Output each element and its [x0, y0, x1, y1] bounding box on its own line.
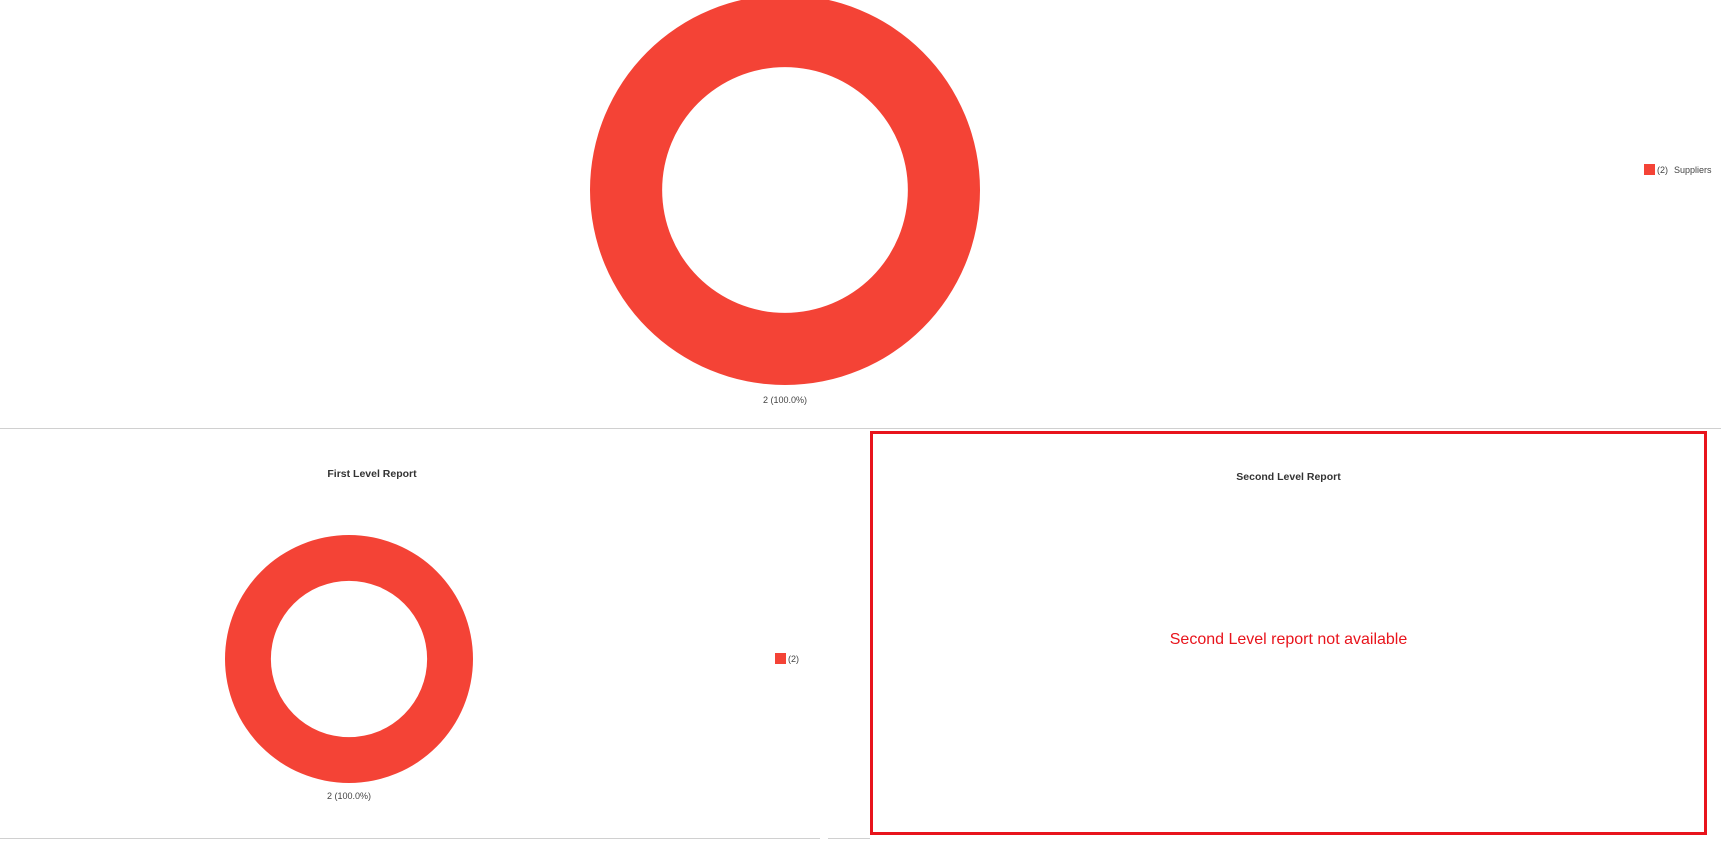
first-level-title: First Level Report [327, 468, 417, 480]
bottom-divider-left [0, 838, 820, 839]
report-dashboard: 2 (100.0%) (2) Suppliers First Level Rep… [0, 0, 1721, 842]
first-level-legend[interactable]: (2) [775, 653, 799, 664]
top-divider [0, 428, 1721, 429]
top-legend[interactable]: (2) Suppliers [1644, 164, 1712, 175]
second-level-title: Second Level Report [1236, 471, 1341, 483]
first-level-donut-chart [225, 535, 473, 783]
second-level-unavailable-message: Second Level report not available [1169, 631, 1408, 648]
bottom-divider-right [828, 838, 870, 839]
first-level-legend-count: (2) [788, 653, 799, 664]
top-legend-name: Suppliers [1674, 164, 1712, 175]
top-slice-label: 2 (100.0%) [762, 395, 808, 405]
first-level-slice-label: 2 (100.0%) [326, 791, 372, 801]
top-slice-0[interactable] [590, 0, 980, 385]
second-level-panel: Second Level Report Second Level report … [870, 431, 1707, 835]
top-legend-swatch [1644, 164, 1655, 175]
first-level-legend-swatch [775, 653, 786, 664]
first-level-slice-0[interactable] [225, 535, 473, 783]
top-donut-chart [590, 0, 980, 385]
top-legend-count: (2) [1657, 164, 1668, 175]
